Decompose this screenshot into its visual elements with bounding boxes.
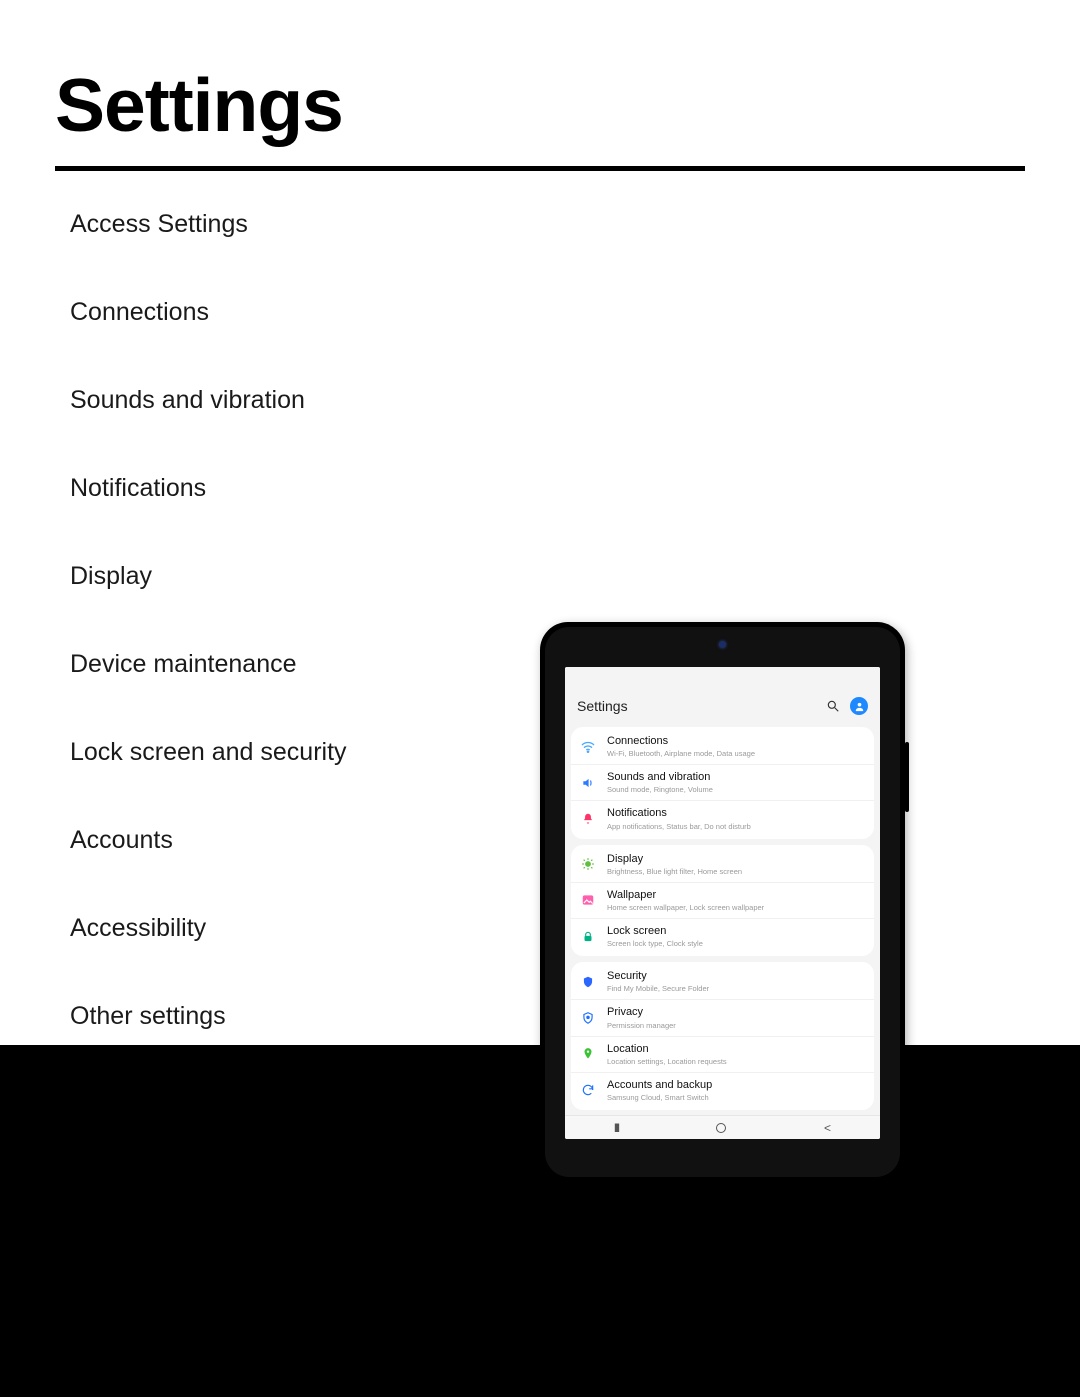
toc-item-device-maint[interactable]: Device maintenance [70,650,347,679]
row-title: Location [607,1043,866,1056]
row-privacy[interactable]: Privacy Permission manager [571,999,874,1035]
bell-icon [579,810,597,828]
row-subtitle: Screen lock type, Clock style [607,939,866,948]
row-wallpaper[interactable]: Wallpaper Home screen wallpaper, Lock sc… [571,882,874,918]
toc-item-accessibility[interactable]: Accessibility [70,914,347,943]
nav-recent-icon[interactable]: III [614,1121,618,1135]
page-title: Settings [55,62,343,148]
lock-icon [579,928,597,946]
page: Settings Access Settings Connections Sou… [0,0,1080,1397]
toc-item-sounds[interactable]: Sounds and vibration [70,386,347,415]
row-notifications[interactable]: Notifications App notifications, Status … [571,800,874,836]
row-location[interactable]: Location Location settings, Location req… [571,1036,874,1072]
profile-avatar-icon[interactable] [850,697,868,715]
title-divider [55,166,1025,171]
toc-item-connections[interactable]: Connections [70,298,347,327]
row-display[interactable]: Display Brightness, Blue light filter, H… [571,847,874,882]
row-title: Wallpaper [607,889,866,902]
settings-header-actions [826,679,868,715]
settings-group-3: Security Find My Mobile, Secure Folder P… [571,962,874,1110]
row-subtitle: Brightness, Blue light filter, Home scre… [607,867,866,876]
privacy-icon [579,1009,597,1027]
row-title: Lock screen [607,925,866,938]
row-title: Privacy [607,1006,866,1019]
row-title: Sounds and vibration [607,771,866,784]
settings-list[interactable]: Connections Wi-Fi, Bluetooth, Airplane m… [565,727,880,1120]
tablet-screen: Settings [565,667,880,1139]
settings-group-2: Display Brightness, Blue light filter, H… [571,845,874,957]
row-subtitle: Sound mode, Ringtone, Volume [607,785,866,794]
nav-back-icon[interactable]: < [824,1121,831,1135]
toc-item-notifications[interactable]: Notifications [70,474,347,503]
row-subtitle: Find My Mobile, Secure Folder [607,984,866,993]
settings-group-1: Connections Wi-Fi, Bluetooth, Airplane m… [571,727,874,839]
row-lockscreen[interactable]: Lock screen Screen lock type, Clock styl… [571,918,874,954]
toc-item-lock-security[interactable]: Lock screen and security [70,738,347,767]
sync-icon [579,1081,597,1099]
tablet-bezel: Settings [545,627,900,1177]
row-title: Notifications [607,807,866,820]
row-sounds[interactable]: Sounds and vibration Sound mode, Rington… [571,764,874,800]
settings-app-title: Settings [577,680,826,714]
toc-item-other[interactable]: Other settings [70,1002,347,1031]
tablet-side-button [905,742,909,812]
row-title: Connections [607,735,866,748]
row-subtitle: Wi-Fi, Bluetooth, Airplane mode, Data us… [607,749,866,758]
row-subtitle: App notifications, Status bar, Do not di… [607,822,866,831]
front-camera [719,641,726,648]
speaker-icon [579,774,597,792]
row-accounts[interactable]: Accounts and backup Samsung Cloud, Smart… [571,1072,874,1108]
row-subtitle: Samsung Cloud, Smart Switch [607,1093,866,1102]
row-security[interactable]: Security Find My Mobile, Secure Folder [571,964,874,999]
shield-icon [579,973,597,991]
settings-app-header: Settings [565,667,880,727]
sun-icon [579,855,597,873]
row-subtitle: Home screen wallpaper, Lock screen wallp… [607,903,866,912]
wifi-icon [579,738,597,756]
location-pin-icon [579,1045,597,1063]
android-navbar: III < [565,1115,880,1139]
row-title: Accounts and backup [607,1079,866,1092]
nav-home-icon[interactable] [716,1123,726,1133]
image-icon [579,891,597,909]
row-subtitle: Permission manager [607,1021,866,1030]
toc-item-access-settings[interactable]: Access Settings [70,210,347,239]
row-title: Security [607,970,866,983]
row-subtitle: Location settings, Location requests [607,1057,866,1066]
search-icon[interactable] [826,699,840,713]
row-title: Display [607,853,866,866]
toc-item-display[interactable]: Display [70,562,347,591]
table-of-contents: Access Settings Connections Sounds and v… [70,210,347,1090]
toc-item-accounts[interactable]: Accounts [70,826,347,855]
row-connections[interactable]: Connections Wi-Fi, Bluetooth, Airplane m… [571,729,874,764]
tablet-device: Settings [540,622,905,1182]
